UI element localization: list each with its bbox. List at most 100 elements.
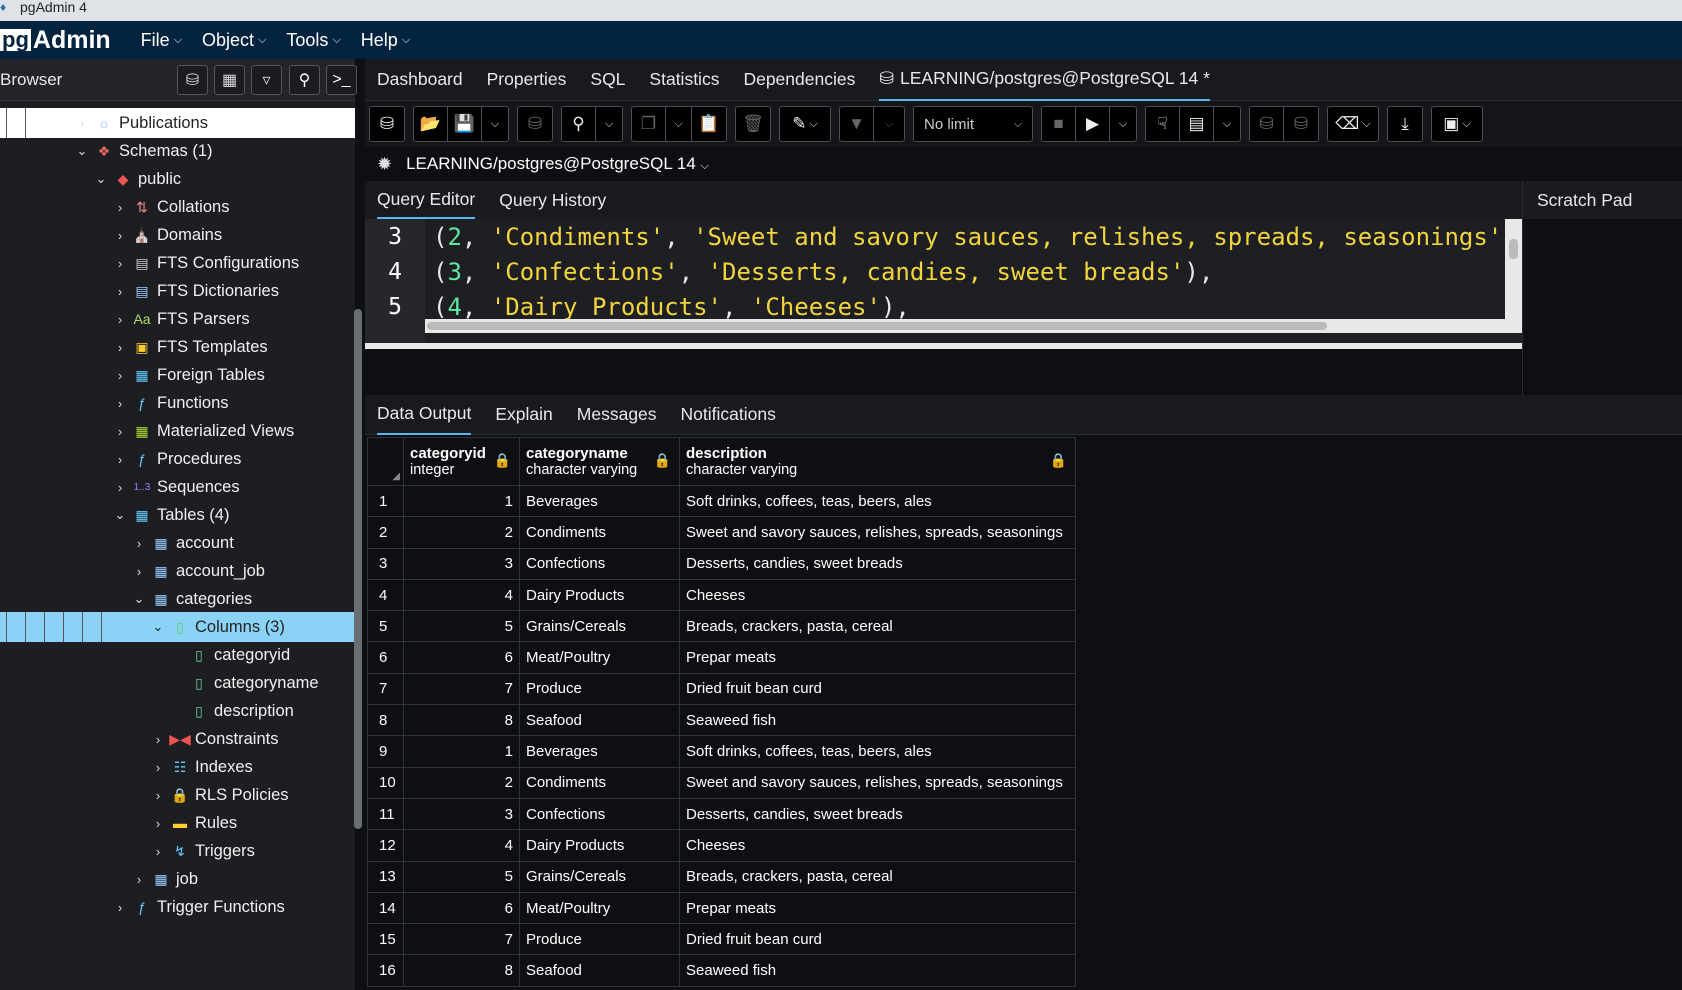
cell-categoryname[interactable]: Produce	[519, 672, 680, 706]
cell-categoryname[interactable]: Grains/Cereals	[519, 610, 680, 643]
tree-node-public[interactable]: ⌄ ◆ public	[0, 164, 355, 194]
tab-data-output[interactable]: Data Output	[377, 395, 472, 435]
search-icon[interactable]: ⚲	[289, 65, 320, 95]
row-number[interactable]: 2	[367, 516, 404, 549]
row-number[interactable]: 10	[367, 766, 404, 799]
cell-categoryid[interactable]: 5	[403, 610, 520, 643]
table-row[interactable]: 3 3 Confections Desserts, candies, sweet br…	[367, 547, 1076, 580]
chevron-right-icon[interactable]: ›	[113, 424, 127, 439]
tab-dependencies[interactable]: Dependencies	[743, 59, 855, 101]
tree-node-account-job[interactable]: › ▦ account_job	[0, 556, 355, 586]
table-row[interactable]: 6 6 Meat/Poultry Prepar meats	[367, 641, 1076, 674]
explain-analyze-icon[interactable]: ▤	[1180, 107, 1214, 141]
chevron-down-icon[interactable]: ⌄	[132, 591, 146, 607]
chevron-right-icon[interactable]: ›	[113, 200, 127, 215]
tab-messages[interactable]: Messages	[577, 395, 657, 435]
tree-node-account[interactable]: › ▦ account	[0, 528, 355, 558]
chevron-right-icon[interactable]: ›	[151, 760, 165, 775]
cell-categoryname[interactable]: Seafood	[519, 954, 680, 987]
tab-query-editor[interactable]: Query Editor	[377, 181, 476, 219]
find-icon[interactable]: ⚲	[562, 107, 596, 141]
cell-categoryname[interactable]: Dairy Products	[519, 578, 680, 612]
chevron-right-icon[interactable]: ›	[151, 732, 165, 747]
row-number[interactable]: 16	[367, 954, 404, 987]
cell-description[interactable]: Cheeses	[679, 829, 1076, 862]
tab-notifications[interactable]: Notifications	[681, 395, 776, 435]
cell-categoryid[interactable]: 4	[403, 829, 520, 862]
tree-node-publications[interactable]: › ☼ Publications	[0, 108, 355, 138]
filter-icon[interactable]: ▼	[840, 107, 874, 141]
cell-description[interactable]: Soft drinks, coffees, teas, beers, ales	[679, 484, 1076, 518]
tree-node-functions[interactable]: › ƒ Functions	[0, 388, 355, 418]
scratch-pad-panel[interactable]: Scratch Pad	[1522, 181, 1682, 395]
cell-categoryid[interactable]: 6	[403, 891, 520, 925]
cell-description[interactable]: Cheeses	[679, 578, 1076, 612]
cell-categoryname[interactable]: Confections	[519, 547, 680, 580]
cell-description[interactable]: Dried fruit bean curd	[679, 923, 1076, 956]
cell-categoryname[interactable]: Condiments	[519, 766, 680, 799]
cell-categoryid[interactable]: 2	[403, 766, 520, 799]
tree-node-collations[interactable]: › ⇅ Collations	[0, 192, 355, 222]
tree-node-rls-policies[interactable]: › 🔒 RLS Policies	[0, 780, 355, 810]
table-row[interactable]: 12 4 Dairy Products Cheeses	[367, 829, 1076, 862]
clear-icon[interactable]: ⌫ ⌵	[1327, 106, 1379, 142]
cell-categoryname[interactable]: Meat/Poultry	[519, 891, 680, 925]
row-number[interactable]: 14	[367, 891, 404, 925]
tree-node-fts-parsers[interactable]: › Aa FTS Parsers	[0, 304, 355, 334]
table-row[interactable]: 10 2 Condiments Sweet and savory sauces, re…	[367, 766, 1076, 799]
chevron-right-icon[interactable]: ›	[75, 116, 89, 131]
chevron-right-icon[interactable]: ›	[113, 256, 127, 271]
chevron-right-icon[interactable]: ›	[132, 536, 146, 551]
table-row[interactable]: 2 2 Condiments Sweet and savory sauces, rel…	[367, 516, 1076, 549]
chevron-down-icon[interactable]: ⌄	[75, 143, 89, 159]
tree-node-schemas-1[interactable]: ⌄ ❖ Schemas (1)	[0, 136, 355, 166]
cell-description[interactable]: Prepar meats	[679, 641, 1076, 674]
cell-categoryid[interactable]: 2	[403, 516, 520, 549]
tree-node-fts-configurations[interactable]: › ▤ FTS Configurations	[0, 248, 355, 278]
tree-node-job[interactable]: › ▦ job	[0, 864, 355, 894]
table-row[interactable]: 14 6 Meat/Poultry Prepar meats	[367, 891, 1076, 925]
browser-scrollbar[interactable]	[354, 309, 362, 829]
edit-icon[interactable]: ✎ ⌵	[779, 106, 831, 142]
cell-categoryname[interactable]: Grains/Cereals	[519, 860, 680, 893]
row-limit-select[interactable]: No limit ⌵	[913, 106, 1033, 142]
cell-categoryname[interactable]: Produce	[519, 923, 680, 956]
scroll-thumb[interactable]	[427, 322, 1327, 330]
rollback-icon[interactable]: ⛁	[1284, 107, 1318, 141]
cell-categoryid[interactable]: 8	[403, 704, 520, 737]
cell-description[interactable]: Desserts, candies, sweet breads	[679, 547, 1076, 580]
column-header-categoryname[interactable]: categoryname character varying 🔒	[519, 437, 680, 486]
cell-description[interactable]: Sweet and savory sauces, relishes, sprea…	[679, 516, 1076, 549]
cell-categoryid[interactable]: 3	[403, 797, 520, 831]
tab-dashboard[interactable]: Dashboard	[377, 59, 463, 101]
tree-node-categoryname[interactable]: ▯ categoryname	[0, 668, 355, 698]
table-grid-icon[interactable]: ▦	[214, 65, 245, 95]
chevron-down-icon[interactable]: ⌵	[1214, 107, 1240, 141]
tree-node-fts-dictionaries[interactable]: › ▤ FTS Dictionaries	[0, 276, 355, 306]
chevron-right-icon[interactable]: ›	[151, 788, 165, 803]
chevron-right-icon[interactable]: ›	[113, 228, 127, 243]
cell-description[interactable]: Soft drinks, coffees, teas, beers, ales	[679, 735, 1076, 768]
cell-categoryname[interactable]: Dairy Products	[519, 829, 680, 862]
tab-statistics[interactable]: Statistics	[649, 59, 719, 101]
tree-node-rules[interactable]: › ▬ Rules	[0, 808, 355, 838]
cell-description[interactable]: Seaweed fish	[679, 954, 1076, 987]
tree-node-foreign-tables[interactable]: › ▦ Foreign Tables	[0, 360, 355, 390]
tree-node-categoryid[interactable]: ▯ categoryid	[0, 640, 355, 670]
chevron-right-icon[interactable]: ›	[132, 564, 146, 579]
chevron-down-icon[interactable]: ⌵	[1110, 107, 1136, 141]
chevron-right-icon[interactable]: ›	[113, 900, 127, 915]
scroll-thumb[interactable]	[1509, 239, 1518, 259]
menu-object[interactable]: Object ⌵	[202, 30, 266, 51]
table-row[interactable]: 16 8 Seafood Seaweed fish	[367, 954, 1076, 987]
play-icon[interactable]: ▶	[1076, 107, 1110, 141]
paste-icon[interactable]: 📋	[692, 107, 726, 141]
sql-editor[interactable]: 3 (2, 'Condiments', 'Sweet and savory sau…	[365, 219, 1522, 343]
chevron-down-icon[interactable]: ⌄	[113, 507, 127, 523]
delete-icon[interactable]: 🗑	[735, 106, 771, 142]
tab-sql[interactable]: SQL	[590, 59, 625, 101]
cell-description[interactable]: Prepar meats	[679, 891, 1076, 925]
chevron-down-icon[interactable]: ⌄	[151, 619, 165, 635]
copy-icon[interactable]: ❐	[632, 107, 666, 141]
menu-file[interactable]: File ⌵	[141, 30, 182, 51]
